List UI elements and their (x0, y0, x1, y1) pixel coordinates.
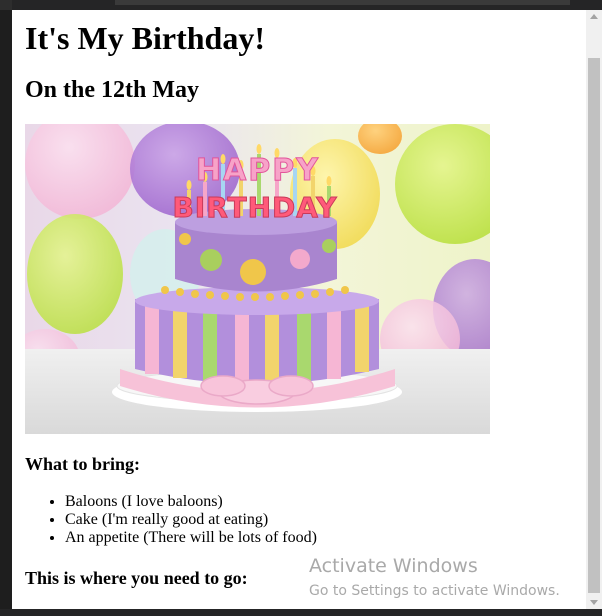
cake-text-birthday: BIRTHDAY (172, 191, 337, 224)
page-title: It's My Birthday! (25, 20, 265, 56)
activate-windows-watermark: Activate Windows Go to Settings to activ… (309, 554, 560, 601)
list-item: Cake (I'm really good at eating) (65, 511, 317, 529)
editor-bottom-bar (0, 609, 602, 616)
birthday-cake-image: HAPPY BIRTHDAY (25, 124, 490, 434)
bring-list: Baloons (I love baloons) Cake (I'm reall… (25, 493, 317, 547)
scroll-up-arrow-icon[interactable] (590, 14, 598, 19)
watermark-title: Activate Windows (309, 555, 478, 577)
vertical-scrollbar[interactable] (586, 10, 602, 609)
what-to-bring-heading: What to bring: (25, 454, 141, 474)
list-item: Baloons (I love baloons) (65, 493, 317, 511)
top-bar-corner (0, 0, 12, 10)
list-item: An appetite (There will be lots of food) (65, 529, 317, 547)
scroll-down-arrow-icon[interactable] (590, 600, 598, 605)
browser-viewport: It's My Birthday! On the 12th May HAPPY … (12, 10, 586, 609)
watermark-subtitle: Go to Settings to activate Windows. (309, 583, 560, 599)
where-to-go-heading: This is where you need to go: (25, 568, 248, 588)
page-subtitle: On the 12th May (25, 77, 199, 103)
cake-text-happy: HAPPY (196, 153, 320, 188)
scrollbar-thumb[interactable] (588, 58, 600, 593)
editor-tab-strip (115, 0, 570, 5)
editor-top-bar (0, 0, 602, 10)
